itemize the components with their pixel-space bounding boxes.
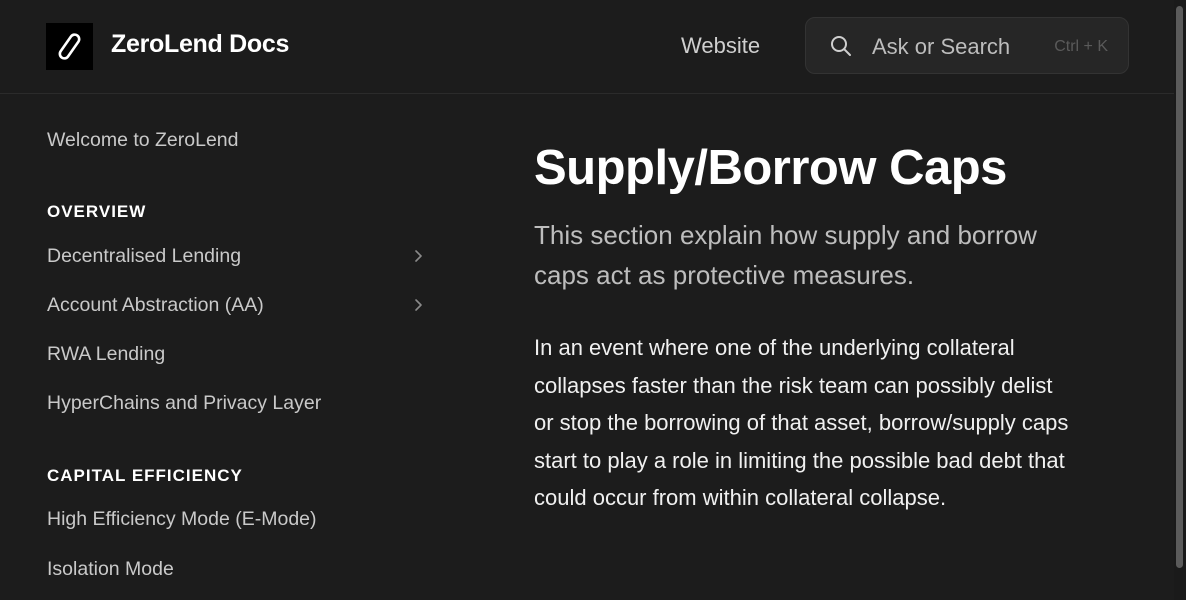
top-header: ZeroLend Docs Website Ask or Search Ctrl… — [0, 0, 1174, 94]
search-shortcut: Ctrl + K — [1054, 38, 1108, 55]
sidebar-item-welcome[interactable]: Welcome to ZeroLend — [47, 129, 239, 152]
sidebar-item-decentralised-lending[interactable]: Decentralised Lending — [47, 245, 241, 268]
page-scrollbar[interactable] — [1174, 0, 1186, 600]
sidebar-section-capital-efficiency: CAPITAL EFFICIENCY — [47, 466, 243, 485]
website-link[interactable]: Website — [681, 33, 760, 59]
sidebar-item-e-mode[interactable]: High Efficiency Mode (E-Mode) — [47, 508, 317, 531]
chevron-right-icon[interactable] — [413, 248, 425, 264]
body-paragraph: In an event where one of the underlying … — [534, 335, 1069, 511]
sidebar-item-hyperchains[interactable]: HyperChains and Privacy Layer — [47, 392, 321, 415]
docs-page: ZeroLend Docs Website Ask or Search Ctrl… — [0, 0, 1186, 600]
sidebar-item-isolation-mode[interactable]: Isolation Mode — [47, 558, 174, 581]
scrollbar-thumb[interactable] — [1176, 6, 1183, 568]
sidebar-item-account-abstraction[interactable]: Account Abstraction (AA) — [47, 294, 264, 317]
page-description: This section explain how supply and borr… — [534, 220, 1037, 290]
site-logo[interactable] — [46, 23, 93, 70]
sidebar-section-overview: OVERVIEW — [47, 202, 147, 221]
site-title[interactable]: ZeroLend Docs — [111, 30, 289, 59]
page-title: Supply/Borrow Caps — [534, 141, 1007, 195]
sidebar: Welcome to ZeroLend OVERVIEW Decentralis… — [0, 95, 440, 600]
search-icon — [831, 36, 851, 56]
chevron-right-icon[interactable] — [413, 297, 425, 313]
sidebar-item-rwa-lending[interactable]: RWA Lending — [47, 343, 165, 366]
search-placeholder: Ask or Search — [872, 34, 1011, 59]
paperclip-icon — [58, 33, 81, 60]
search-box[interactable]: Ask or Search Ctrl + K — [805, 17, 1129, 74]
